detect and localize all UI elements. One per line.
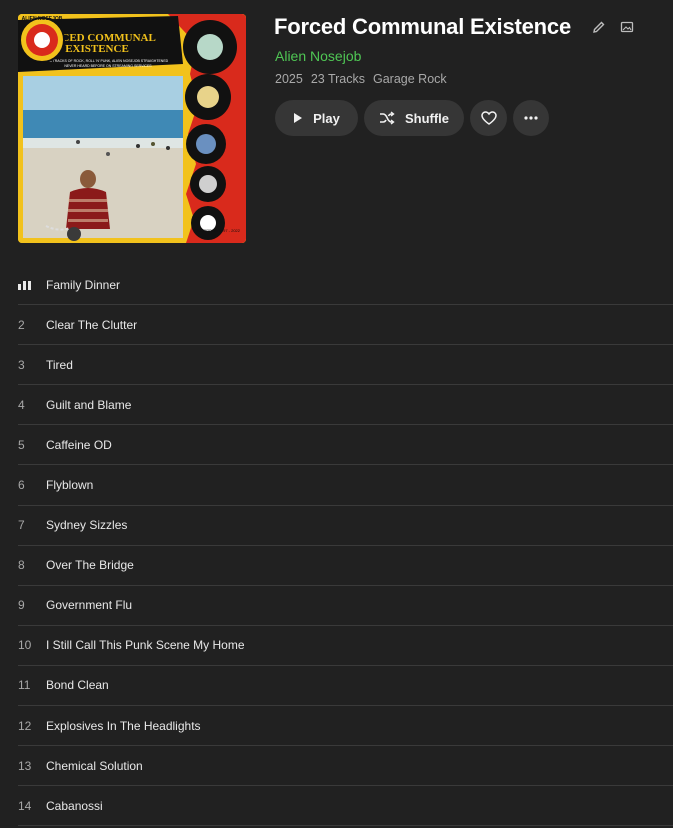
play-icon: [294, 113, 303, 123]
track-list: Family Dinner 2 Clear The Clutter 3 Tire…: [18, 265, 673, 827]
album-genre[interactable]: Garage Rock: [373, 72, 447, 86]
track-number: 8: [18, 558, 25, 573]
track-row[interactable]: 3 Tired: [18, 345, 673, 386]
more-button[interactable]: [513, 100, 549, 136]
track-number: 7: [18, 518, 25, 533]
track-number: 3: [18, 357, 25, 372]
track-row[interactable]: 5 Caffeine OD: [18, 425, 673, 466]
track-number: 10: [18, 638, 32, 653]
cover-corner-text: RECORDED 1997 - 2022: [195, 228, 241, 233]
track-title: Over The Bridge: [46, 558, 134, 573]
album-meta: 2025 23 Tracks Garage Rock: [275, 72, 447, 86]
track-number: 9: [18, 598, 25, 613]
track-row[interactable]: 10 I Still Call This Punk Scene My Home: [18, 626, 673, 666]
cover-tagline1: 23 TRACKS OF ROCK, ROLL 'N' PUNK, ALIEN …: [48, 59, 169, 63]
track-number: 11: [18, 678, 31, 693]
track-title: Family Dinner: [46, 277, 121, 292]
shuffle-button[interactable]: Shuffle: [364, 100, 464, 136]
track-title: Caffeine OD: [46, 437, 112, 452]
track-row[interactable]: Family Dinner: [18, 265, 673, 306]
track-title: I Still Call This Punk Scene My Home: [46, 638, 245, 653]
image-icon[interactable]: [620, 20, 634, 34]
track-title: Guilt and Blame: [46, 397, 132, 412]
track-title: Government Flu: [46, 598, 133, 613]
track-row[interactable]: 2 Clear The Clutter: [18, 305, 673, 346]
track-row[interactable]: 6 Flyblown: [18, 465, 673, 506]
album-cover-art: FORCED COMMUNAL EXISTENCE 23 TRACKS OF R…: [18, 14, 246, 243]
more-icon: [524, 116, 538, 120]
track-title: Chemical Solution: [46, 758, 143, 773]
track-number: 2: [18, 317, 25, 332]
track-number: 4: [18, 397, 25, 412]
album-title: Forced Communal Existence: [274, 14, 571, 39]
equalizer-icon: [18, 280, 46, 290]
track-row[interactable]: 14 Cabanossi: [18, 786, 673, 827]
shuffle-button-label: Shuffle: [404, 110, 450, 126]
like-button[interactable]: [470, 100, 507, 136]
cover-badge-text: ALIEN NOSEJOB: [22, 16, 63, 22]
track-title: Clear The Clutter: [46, 317, 138, 332]
play-button-label: Play: [313, 110, 340, 126]
track-title: Bond Clean: [46, 678, 109, 693]
shuffle-icon: [379, 111, 395, 125]
cover-tagline2: NEVER HEARD BEFORE ON STREAMING SERVICES: [64, 64, 152, 68]
album-track-count: 23 Tracks: [310, 72, 365, 86]
play-button[interactable]: Play: [275, 100, 358, 136]
track-number: 6: [18, 478, 25, 493]
artist-link[interactable]: Alien Nosejob: [275, 48, 361, 64]
track-row[interactable]: 7 Sydney Sizzles: [18, 506, 673, 546]
track-title: Tired: [46, 357, 73, 372]
track-title: Flyblown: [46, 478, 94, 493]
pencil-icon[interactable]: [592, 20, 606, 34]
track-title: Sydney Sizzles: [46, 518, 128, 533]
track-row[interactable]: 4 Guilt and Blame: [18, 385, 673, 426]
track-title: Cabanossi: [46, 798, 103, 813]
track-number: 13: [18, 758, 32, 773]
track-number: 5: [18, 437, 25, 452]
album-cover[interactable]: FORCED COMMUNAL EXISTENCE 23 TRACKS OF R…: [18, 14, 246, 243]
track-row[interactable]: 13 Chemical Solution: [18, 746, 673, 787]
album-header: FORCED COMMUNAL EXISTENCE 23 TRACKS OF R…: [0, 0, 673, 260]
track-row[interactable]: 9 Government Flu: [18, 586, 673, 626]
track-row[interactable]: 8 Over The Bridge: [18, 546, 673, 586]
track-row[interactable]: 12 Explosives In The Headlights: [18, 706, 673, 747]
heart-icon: [480, 111, 497, 125]
track-row[interactable]: 11 Bond Clean: [18, 666, 673, 707]
track-number: 14: [18, 798, 32, 813]
cover-title-line2: EXISTENCE: [65, 43, 129, 55]
track-number: 12: [18, 718, 32, 733]
album-year: 2025: [275, 72, 303, 86]
track-title: Explosives In The Headlights: [46, 718, 201, 733]
